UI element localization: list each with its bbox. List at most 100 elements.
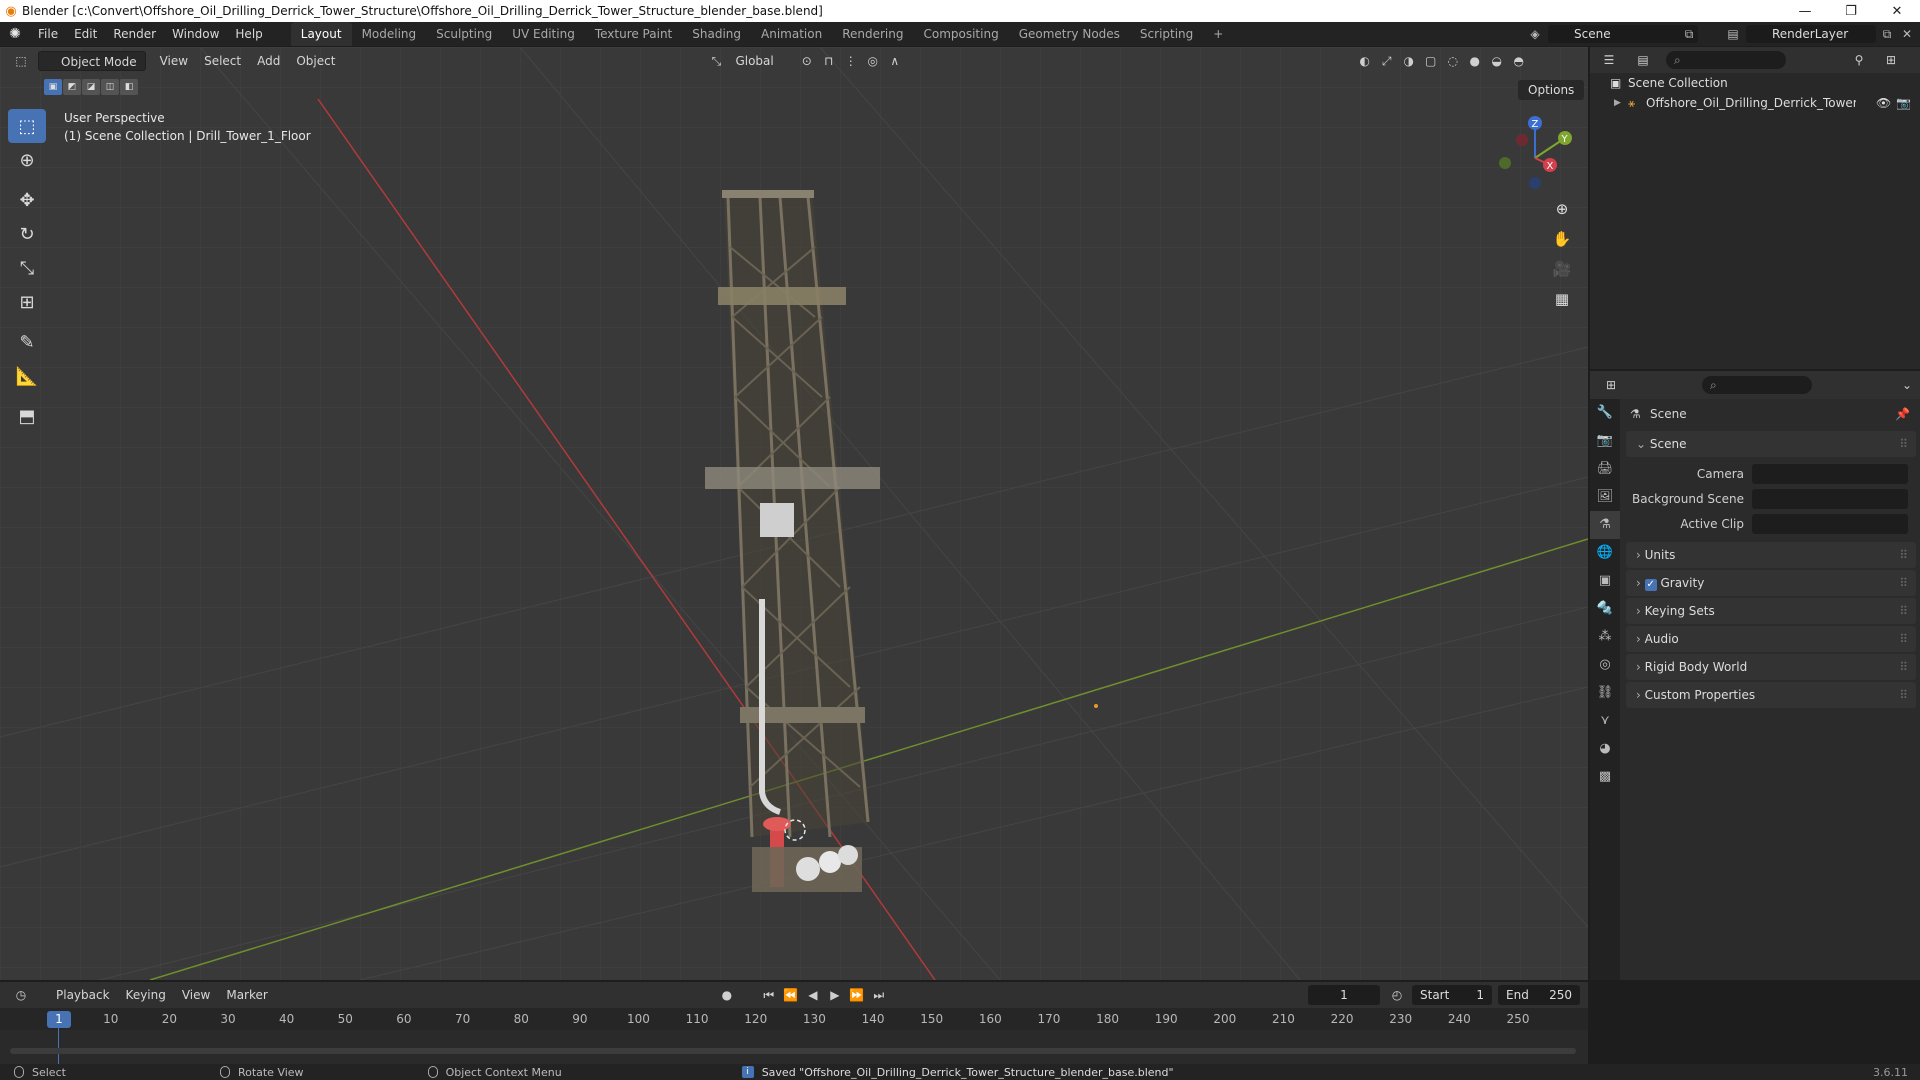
scene-name-field[interactable]: Scene <box>1548 25 1698 43</box>
tab-shading[interactable]: Shading <box>682 22 751 46</box>
outliner-scene-collection[interactable]: ▣ Scene Collection <box>1590 73 1920 93</box>
outliner-editor-type-icon[interactable]: ☰ <box>1598 50 1620 70</box>
scene-tab-icon[interactable]: ⚗ <box>1590 511 1620 539</box>
viewport-menu-object[interactable]: Object <box>288 51 343 71</box>
gizmo-toggle-icon[interactable]: ⤢ <box>1376 51 1398 71</box>
select-subtract-icon[interactable]: ◪ <box>82 79 100 95</box>
xray-toggle-icon[interactable]: ▢ <box>1420 51 1442 71</box>
panel-scene-header[interactable]: ⌄ Scene ⠿ <box>1626 431 1916 457</box>
physics-tab-icon[interactable]: ◎ <box>1590 651 1620 679</box>
cursor-tool[interactable]: ⊕ <box>8 143 46 177</box>
overlay-toggle-icon[interactable]: ◑ <box>1398 51 1420 71</box>
play-icon[interactable]: ▶ <box>824 985 846 1005</box>
menu-help[interactable]: Help <box>227 22 270 46</box>
jump-keyframe-back-icon[interactable]: ⏪ <box>780 985 802 1005</box>
particles-tab-icon[interactable]: ⁂ <box>1590 623 1620 651</box>
preview-range-icon[interactable]: ◴ <box>1386 985 1408 1005</box>
material-tab-icon[interactable]: ◕ <box>1590 735 1620 763</box>
end-frame-field[interactable]: End 250 <box>1498 985 1580 1005</box>
shading-rendered-icon[interactable]: ◓ <box>1508 51 1530 71</box>
jump-keyframe-forward-icon[interactable]: ⏩ <box>846 985 868 1005</box>
measure-tool[interactable]: 📐 <box>8 359 46 393</box>
select-extend-icon[interactable]: ◩ <box>63 79 81 95</box>
panel-keying-sets[interactable]: › Keying Sets ⠿ <box>1626 598 1916 624</box>
object-tab-icon[interactable]: ▣ <box>1590 567 1620 595</box>
shading-material-icon[interactable]: ◒ <box>1486 51 1508 71</box>
timeline-menu-keying[interactable]: Keying <box>118 985 174 1005</box>
view-layer-field[interactable]: RenderLayer <box>1746 25 1876 43</box>
visibility-icon[interactable]: ◐ <box>1354 51 1376 71</box>
background-scene-field[interactable] <box>1752 488 1908 509</box>
transform-orientation-dropdown[interactable]: Global <box>727 51 781 71</box>
proportional-edit-icon[interactable]: ◎ <box>862 51 884 71</box>
remove-view-layer-icon[interactable]: ✕ <box>1898 25 1916 43</box>
properties-search-input[interactable]: ⌕ <box>1702 376 1812 394</box>
select-invert-icon[interactable]: ◫ <box>101 79 119 95</box>
tab-compositing[interactable]: Compositing <box>913 22 1008 46</box>
tab-animation[interactable]: Animation <box>751 22 832 46</box>
outliner-search-input[interactable]: ⌕ <box>1666 51 1786 69</box>
playhead[interactable]: 1 <box>47 1011 71 1028</box>
timeline-frame-ruler[interactable]: 1 10 20 30 40 50 60 70 80 90 100 110 120 130 140 150 16… <box>0 1008 1588 1064</box>
mode-dropdown[interactable]: Object Mode <box>38 51 146 71</box>
expand-arrow-icon[interactable]: ▶ <box>1614 93 1628 113</box>
panel-units[interactable]: › Units ⠿ <box>1626 542 1916 568</box>
select-box-tool[interactable]: ⬚ <box>8 109 46 143</box>
menu-window[interactable]: Window <box>164 22 227 46</box>
navigation-gizmo[interactable]: Z Y X <box>1490 113 1580 203</box>
tab-geometry-nodes[interactable]: Geometry Nodes <box>1009 22 1130 46</box>
panel-custom-properties[interactable]: › Custom Properties ⠿ <box>1626 682 1916 708</box>
auto-keying-icon[interactable]: ● <box>716 985 738 1005</box>
snap-target-icon[interactable]: ⋮ <box>840 51 862 71</box>
outliner-item-object[interactable]: ▶ ⚹ Offshore_Oil_Drilling_Derrick_Tower_… <box>1590 93 1920 113</box>
view-layer-tab-icon[interactable]: 🖼 <box>1590 483 1620 511</box>
options-dropdown[interactable]: Options <box>1518 80 1585 100</box>
jump-start-icon[interactable]: ⏮ <box>758 985 780 1005</box>
panel-gravity[interactable]: › ✓ Gravity ⠿ <box>1626 570 1916 596</box>
viewport-menu-view[interactable]: View <box>152 51 196 71</box>
zoom-icon[interactable]: ⊕ <box>1548 195 1576 223</box>
jump-end-icon[interactable]: ⏭ <box>868 985 890 1005</box>
select-intersect-icon[interactable]: ◧ <box>120 79 138 95</box>
new-view-layer-icon[interactable]: ⧉ <box>1878 25 1896 43</box>
filter-icon[interactable]: ⚲ <box>1848 50 1870 70</box>
modifier-tab-icon[interactable]: 🔩 <box>1590 595 1620 623</box>
new-scene-icon[interactable]: ⧉ <box>1680 25 1698 43</box>
viewport-menu-add[interactable]: Add <box>249 51 288 71</box>
properties-editor-type-icon[interactable]: ⊞ <box>1600 375 1622 395</box>
timeline-scrollbar[interactable] <box>10 1048 1576 1054</box>
panel-rigid-body-world[interactable]: › Rigid Body World ⠿ <box>1626 654 1916 680</box>
blender-logo-icon[interactable]: ✺ <box>0 26 30 42</box>
texture-tab-icon[interactable]: ▩ <box>1590 763 1620 791</box>
ortho-grid-icon[interactable]: ▦ <box>1548 285 1576 313</box>
rotate-tool[interactable]: ↻ <box>8 217 46 251</box>
move-tool[interactable]: ✥ <box>8 183 46 217</box>
transform-tool[interactable]: ⊞ <box>8 285 46 319</box>
render-tab-icon[interactable]: 📷 <box>1590 427 1620 455</box>
pin-icon[interactable]: 📌 <box>1895 407 1910 421</box>
data-tab-icon[interactable]: ⋎ <box>1590 707 1620 735</box>
camera-view-icon[interactable]: 🎥 <box>1548 255 1576 283</box>
maximize-button[interactable]: ❐ <box>1828 0 1874 22</box>
tab-sculpting[interactable]: Sculpting <box>426 22 502 46</box>
viewport-scene[interactable] <box>0 47 1588 980</box>
panel-audio[interactable]: › Audio ⠿ <box>1626 626 1916 652</box>
world-tab-icon[interactable]: 🌐 <box>1590 539 1620 567</box>
new-collection-icon[interactable]: ⊞ <box>1880 50 1902 70</box>
properties-options-icon[interactable]: ⌄ <box>1896 375 1918 395</box>
output-tab-icon[interactable]: 🖨 <box>1590 455 1620 483</box>
visibility-eye-icon[interactable]: 👁 <box>1876 93 1891 113</box>
scale-tool[interactable]: ⤡ <box>8 251 46 285</box>
tab-rendering[interactable]: Rendering <box>832 22 913 46</box>
3d-viewport[interactable]: ⬚ Object Mode View Select Add Object ⤡ G… <box>0 47 1588 980</box>
snap-icon[interactable]: ⊓ <box>818 51 840 71</box>
tab-texture-paint[interactable]: Texture Paint <box>585 22 682 46</box>
shading-solid-icon[interactable]: ● <box>1464 51 1486 71</box>
menu-render[interactable]: Render <box>105 22 164 46</box>
pan-hand-icon[interactable]: ✋ <box>1548 225 1576 253</box>
minimize-button[interactable]: — <box>1782 0 1828 22</box>
add-workspace-button[interactable]: + <box>1203 22 1233 46</box>
scene-selector-icon[interactable]: ◈ <box>1526 25 1544 43</box>
pivot-point-icon[interactable]: ⊙ <box>796 51 818 71</box>
tab-modeling[interactable]: Modeling <box>352 22 427 46</box>
